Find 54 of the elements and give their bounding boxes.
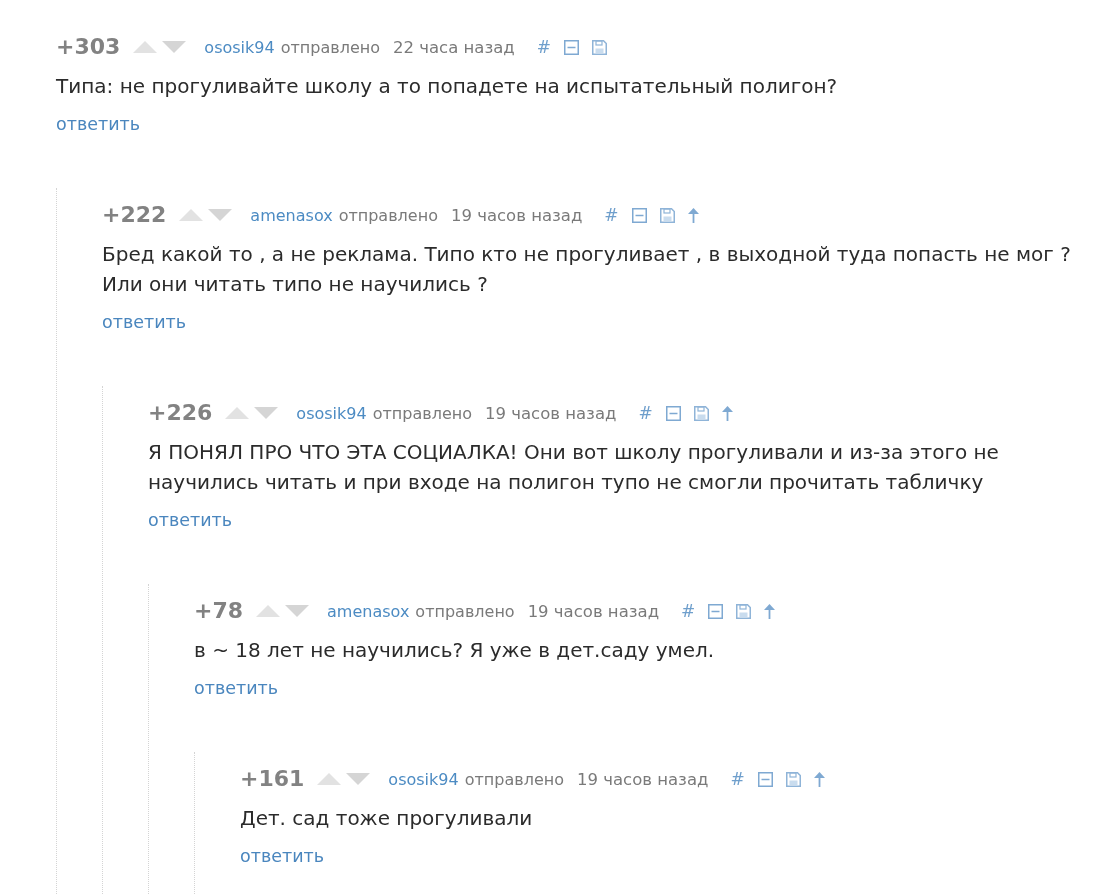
minus-square-icon[interactable] <box>708 603 724 619</box>
sent-label: отправлено <box>464 769 564 789</box>
up-arrow-icon[interactable] <box>687 207 699 223</box>
reply-link[interactable]: ответить <box>194 676 279 700</box>
author-link[interactable]: amenasox <box>327 601 410 621</box>
permalink[interactable]: # <box>681 601 696 621</box>
upvote-icon[interactable] <box>317 773 342 785</box>
reply-link[interactable]: ответить <box>240 844 325 868</box>
downvote-icon[interactable] <box>285 605 310 617</box>
downvote-icon[interactable] <box>208 209 233 221</box>
author-link[interactable]: ososik94 <box>388 769 459 789</box>
sent-label: отправлено <box>338 205 438 225</box>
author-link[interactable]: ososik94 <box>204 37 275 57</box>
sent-label: отправлено <box>415 601 515 621</box>
comment-text: Я ПОНЯЛ ПРО ЧТО ЭТА СОЦИАЛКА! Они вот школу прогуливали и из-за этого не научились читать и при входе на полигон тупо не смогли прочитать табличку <box>148 439 1000 496</box>
up-arrow-icon[interactable] <box>764 603 776 619</box>
minus-square-icon[interactable] <box>631 207 647 223</box>
timestamp: 19 часов назад <box>450 205 583 225</box>
up-arrow-icon[interactable] <box>721 405 733 421</box>
permalink[interactable]: # <box>604 205 619 225</box>
minus-square-icon[interactable] <box>563 39 579 55</box>
timestamp: 19 часов назад <box>527 601 660 621</box>
timestamp: 22 часа назад <box>392 37 515 57</box>
timestamp: 19 часов назад <box>484 403 617 423</box>
author-link[interactable]: amenasox <box>250 205 333 225</box>
comment-text: Дет. сад тоже прогуливали <box>240 805 534 832</box>
upvote-icon[interactable] <box>133 41 158 53</box>
permalink[interactable]: # <box>536 37 551 57</box>
rating-score: +222 <box>102 201 167 229</box>
reply-link[interactable]: ответить <box>148 508 233 532</box>
permalink[interactable]: # <box>730 769 745 789</box>
downvote-icon[interactable] <box>254 407 279 419</box>
author-link[interactable]: ososik94 <box>296 403 367 423</box>
reply-link[interactable]: ответить <box>56 112 141 136</box>
upvote-icon[interactable] <box>256 605 281 617</box>
upvote-icon[interactable] <box>179 209 204 221</box>
rating-score: +226 <box>148 399 213 427</box>
rating-score: +303 <box>56 33 121 61</box>
permalink[interactable]: # <box>638 403 653 423</box>
minus-square-icon[interactable] <box>665 405 681 421</box>
upvote-icon[interactable] <box>225 407 250 419</box>
sent-label: отправлено <box>372 403 472 423</box>
sent-label: отправлено <box>280 37 380 57</box>
comment-text: Типа: не прогуливайте школу а то попадете на испытательный полигон? <box>56 73 839 100</box>
comment-text: в ~ 18 лет не научились? Я уже в дет.саду умел. <box>194 637 716 664</box>
rating-score: +161 <box>240 765 305 793</box>
up-arrow-icon[interactable] <box>813 771 825 787</box>
comment-text: Бред какой то , а не реклама. Типо кто не прогуливает , в выходной туда попасть не мог ? Или они читать типо не научились ? <box>102 241 1072 298</box>
minus-square-icon[interactable] <box>757 771 773 787</box>
rating-score: +78 <box>194 597 244 625</box>
reply-link[interactable]: ответить <box>102 310 187 334</box>
downvote-icon[interactable] <box>346 773 371 785</box>
timestamp: 19 часов назад <box>576 769 709 789</box>
downvote-icon[interactable] <box>162 41 187 53</box>
